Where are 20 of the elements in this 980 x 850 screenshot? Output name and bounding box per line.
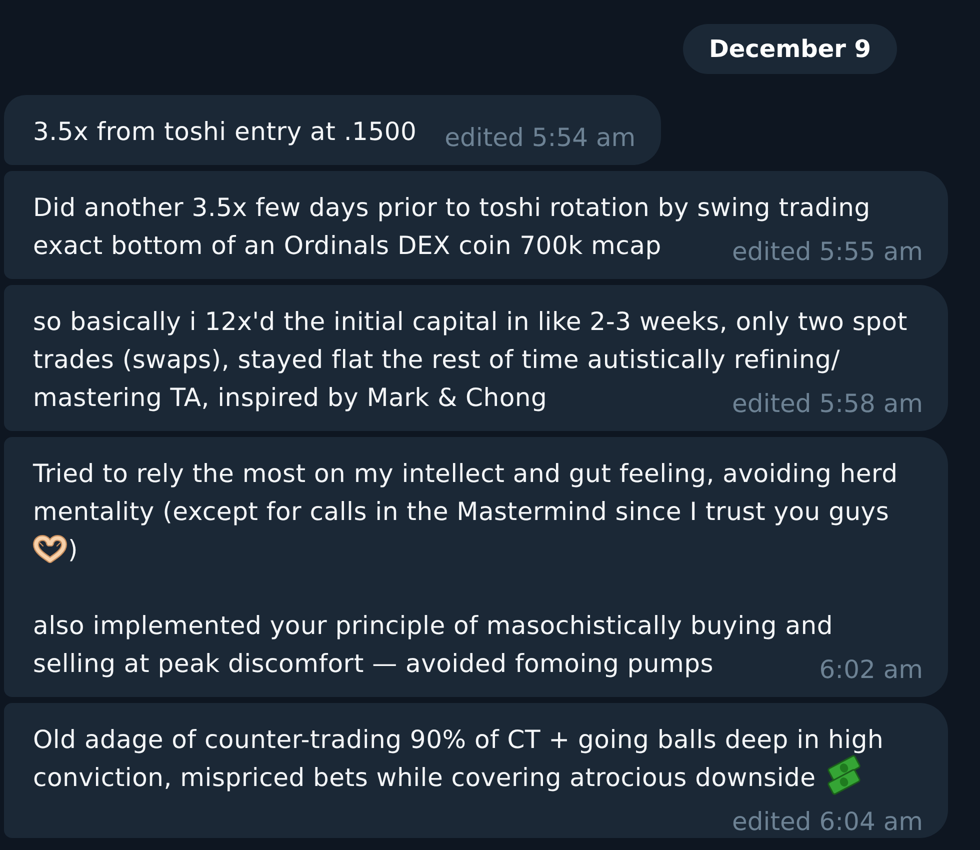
message-text: 3.5x from toshi entry at .1500 [33, 117, 417, 146]
message-text: also implemented your principle of masochistically buying and [33, 611, 833, 640]
message-text: so basically i 12x'd the initial capital in like 2-3 weeks, only two spot [33, 307, 908, 336]
message-text: Tried to rely the most on my intellect and gut feeling, avoiding herd [33, 459, 898, 488]
heart-icon [33, 535, 67, 563]
message-text: exact bottom of an Ordinals DEX coin 700k mcap [33, 231, 662, 260]
message-text: Did another 3.5x few days prior to toshi rotation by swing trading [33, 193, 870, 222]
message-time: edited 5:55 am [732, 240, 923, 264]
message-text: selling at peak discomfort — avoided fomoing pumps [33, 649, 714, 678]
message-time: edited 6:04 am [732, 810, 923, 834]
message-text: Old adage of counter-trading 90% of CT + going balls deep in high [33, 725, 884, 754]
message-time: 6:02 am [819, 658, 923, 682]
message-time: edited 5:58 am [732, 392, 923, 416]
message-text: ) [68, 535, 78, 564]
message-text: mentality (except for calls in the Mastermind since I trust you guys [33, 497, 890, 526]
message-text: trades (swaps), stayed flat the rest of time autistically refining/ [33, 345, 840, 374]
date-separator: December 9 [682, 24, 897, 74]
message-time: edited 5:54 am [444, 126, 636, 150]
message-text: conviction, mispriced bets while covering atrocious downside [33, 763, 816, 792]
message-text: mastering TA, inspired by Mark & Chong [33, 383, 548, 412]
